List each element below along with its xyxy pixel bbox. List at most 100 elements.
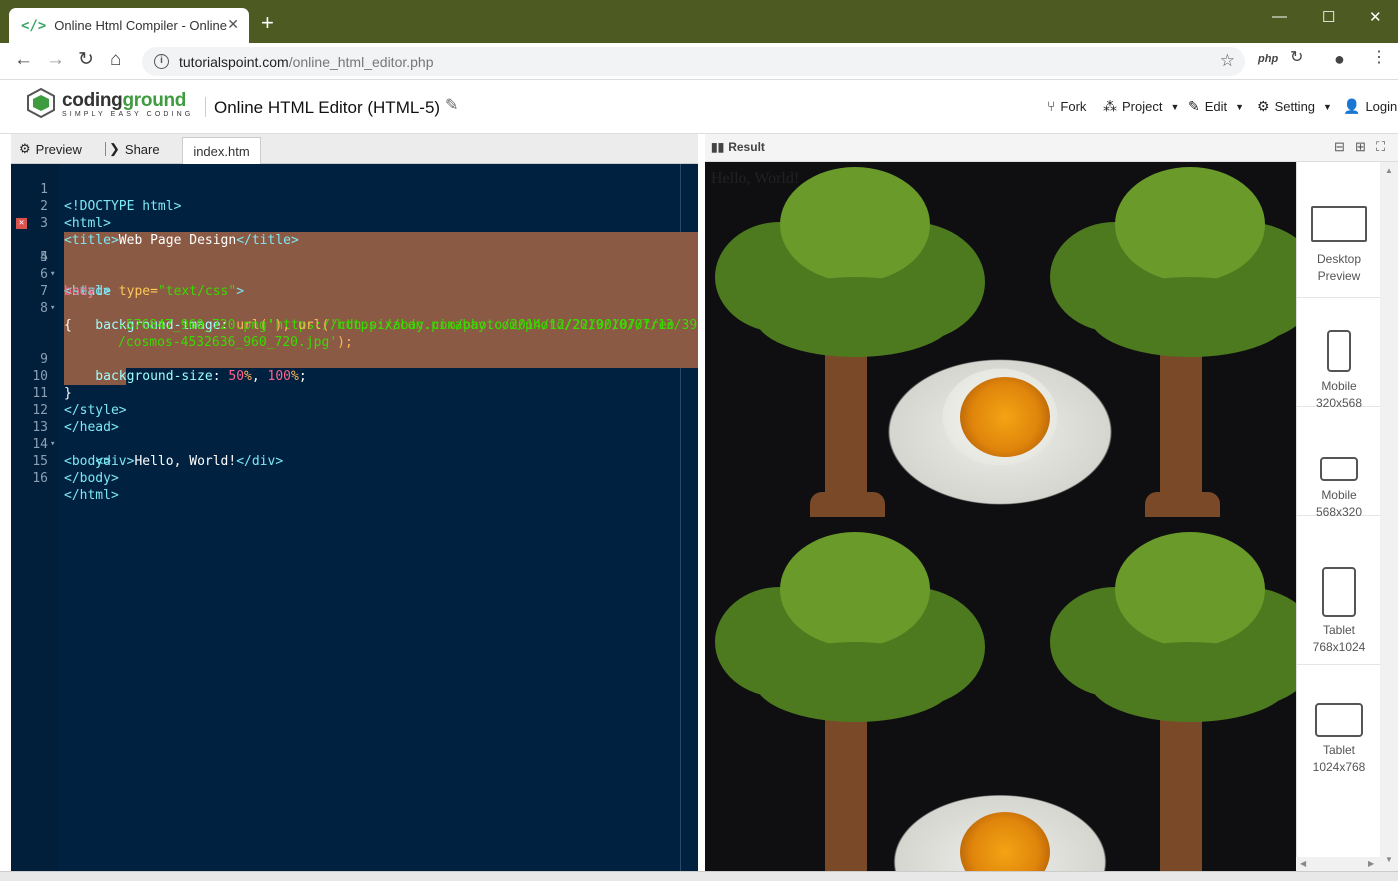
share-button[interactable]: ❯ Share [109,141,160,157]
url-path: /online_html_editor.php [288,53,434,70]
desktop-icon [1311,206,1367,242]
vertical-scrollbar[interactable]: ▲ ▼ [1380,162,1398,871]
tree-image [705,527,1005,871]
device-size: 568x320 [1315,505,1363,519]
device-name: Tablet [1322,743,1356,757]
device-size: 1024x768 [1312,760,1366,774]
home-icon[interactable]: ⌂ [110,50,121,69]
php-extension-icon[interactable]: php [1258,53,1278,65]
profile-icon[interactable]: ● [1334,50,1345,68]
device-tablet-landscape[interactable]: Tablet 1024x768 [1297,665,1381,785]
tree-canopy [780,532,930,647]
code-line: 13 ▾ <body> [11,402,698,469]
app-header: codingground SIMPLY EASY CODING Online H… [0,80,1398,134]
result-label: ▮▮ Result [711,140,765,154]
star-icon[interactable]: ☆ [1220,51,1235,71]
code-line: 15 </body> [11,436,698,486]
tree-canopy [1090,277,1290,357]
device-mobile-portrait[interactable]: Mobile 320x568 [1297,298,1381,410]
code-text: </html> [64,488,119,503]
info-icon[interactable]: i [154,54,169,69]
tablet-landscape-icon [1315,703,1363,737]
code-line: 5 ▾ <style type="text/css"> [11,232,698,299]
scroll-down-icon[interactable]: ▼ [1385,855,1393,864]
expand-icon[interactable]: ⊞ [1355,139,1366,155]
extension-icon[interactable]: ↻ [1290,50,1303,66]
result-toolbar: ▮▮ Result ⊟ ⊞ ⛶ [705,134,1398,162]
edit-title-icon[interactable]: ✎ [445,95,458,115]
edit-menu[interactable]: ✎ Edit ▼ [1188,98,1244,115]
tree-canopy [1115,167,1265,282]
preview-button[interactable]: ⚙ Preview [19,141,82,157]
preview-label: Preview [35,141,82,157]
code-line: 6 body [11,249,698,299]
device-mobile-landscape[interactable]: Mobile 568x320 [1297,407,1381,519]
device-preview-panel: Desktop Preview Mobile 320x568 Mobile 56… [1296,162,1381,871]
code-editor[interactable]: 1 <!DOCTYPE html> 2 <html> 3 <title>Web … [11,164,698,871]
tree-roots [1145,492,1220,517]
tree-canopy [1115,532,1265,647]
result-preview: Hello, World! [705,162,1296,871]
file-tab[interactable]: index.htm [182,137,261,164]
tree-image [705,162,1005,522]
result-title: Result [728,140,765,154]
login-label: Login [1365,99,1398,114]
code-line: 9 background-size: 50%, 100%; [11,334,698,384]
close-icon[interactable]: ✕ [227,16,239,33]
tree-canopy [1090,642,1290,722]
page-title: Online HTML Editor (HTML-5) [214,98,441,117]
code-line: 16 </html> [11,453,698,503]
forward-icon[interactable]: → [46,50,65,69]
device-tablet-portrait[interactable]: Tablet 768x1024 [1297,537,1381,665]
error-icon[interactable]: ✕ [16,218,27,229]
share-label: Share [124,141,160,157]
code-line: 11 </style> [11,368,698,418]
login-button[interactable]: 👤 Login [1343,98,1397,115]
minimize-icon[interactable]: — [1272,8,1287,25]
back-icon[interactable]: ← [14,50,33,69]
code-line: 12 </head> [11,385,698,435]
setting-label: Setting [1274,99,1316,114]
logo-text-coding: coding [62,90,123,111]
maximize-icon[interactable]: ☐ [1322,8,1335,26]
tablet-icon [1322,567,1356,617]
project-label: Project [1122,99,1163,114]
browser-tab[interactable]: </> Online Html Compiler - Online H ✕ [9,8,249,43]
tree-image [1040,527,1296,871]
code-line: 7 ▾ { [11,266,698,333]
code-icon: </> [21,17,47,34]
bar-chart-icon: ▮▮ [711,140,725,154]
scroll-right-icon[interactable]: ▶ [1368,859,1374,868]
code-line-wrapped: -576847_960_720.png'), url('https://cdn.… [11,300,698,333]
chevron-down-icon: ▼ [1323,101,1332,112]
setting-menu[interactable]: ⚙ Setting ▼ [1257,98,1332,115]
project-menu[interactable]: ⁂ Project ▼ [1103,98,1179,115]
tree-roots [810,492,885,517]
logo-tagline: SIMPLY EASY CODING [62,111,194,118]
code-text: </body> [64,471,119,486]
device-name: Tablet [1322,623,1356,637]
mobile-icon [1327,330,1351,372]
line-number: 16 [32,471,48,486]
logo[interactable]: codingground [62,90,186,112]
scroll-left-icon[interactable]: ◀ [1300,859,1306,868]
code-line: 2 <html> [11,181,698,231]
fork-menu[interactable]: ⑂ Fork [1047,98,1086,114]
toolbar-divider [105,142,106,156]
reload-icon[interactable]: ↻ [78,50,94,69]
horizontal-scrollbar[interactable]: ◀ ▶ [1296,857,1380,871]
device-desktop[interactable]: Desktop Preview [1297,189,1381,298]
preview-icon: ⚙ [19,141,31,156]
scroll-up-icon[interactable]: ▲ [1385,166,1393,175]
fork-label: Fork [1060,98,1087,114]
new-tab-button[interactable]: + [261,12,274,34]
collapse-icon[interactable]: ⊟ [1334,139,1345,155]
device-name: Desktop [1316,252,1362,266]
window-close-icon[interactable]: ✕ [1369,8,1382,26]
tab-title: Online Html Compiler - Online H [54,18,230,33]
url-field[interactable]: i tutorialspoint.com/online_html_editor.… [142,47,1245,76]
menu-icon[interactable]: ⋮ [1371,50,1387,66]
fullscreen-icon[interactable]: ⛶ [1376,139,1385,155]
logo-icon [27,88,55,118]
device-name: Mobile [1321,488,1357,502]
